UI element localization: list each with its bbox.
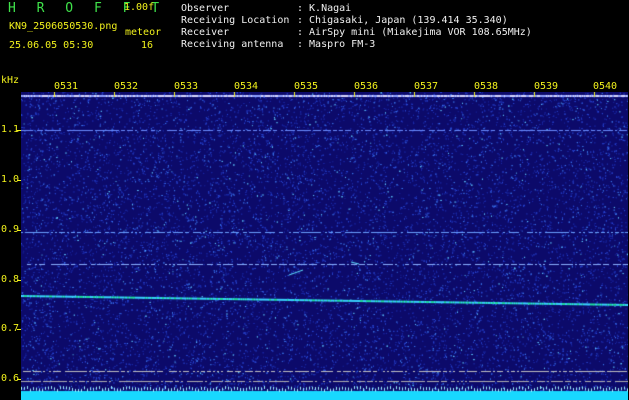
x-tick-label: 0536 (354, 81, 379, 92)
x-tick-label: 0534 (234, 81, 259, 92)
x-tick-label: 0532 (114, 81, 139, 92)
version-label: 1.00f (124, 2, 155, 13)
receiver-key: Receiver (181, 27, 230, 38)
meteor-count: 16 (141, 40, 154, 51)
y-axis-unit: kHz (1, 75, 20, 86)
observer-value: : K.Nagai (297, 3, 352, 14)
x-tick-label: 0538 (474, 81, 499, 92)
receiver-value: : AirSpy mini (Miakejima VOR 108.65MHz) (297, 27, 532, 38)
x-tick-label: 0537 (414, 81, 439, 92)
antenna-value: : Maspro FM-3 (297, 39, 376, 50)
x-tick-label: 0539 (534, 81, 559, 92)
observer-key: Observer (181, 3, 230, 14)
antenna-key: Receiving antenna (181, 39, 284, 50)
meteor-label: meteor (125, 27, 162, 38)
x-tick-label: 0531 (54, 81, 79, 92)
location-value: : Chigasaki, Japan (139.414 35.340) (297, 15, 508, 26)
location-key: Receiving Location (181, 15, 290, 26)
filename-label: KN9_2506050530.png (9, 21, 118, 32)
x-tick-label: 0535 (294, 81, 319, 92)
x-tick-label: 0533 (174, 81, 199, 92)
datetime-label: 25.06.05 05:30 (9, 40, 94, 51)
header-panel: H R O F F T 1.00f KN9_2506050530.png met… (0, 0, 629, 74)
spectrogram-plot (21, 92, 628, 400)
x-tick-label: 0540 (593, 81, 618, 92)
